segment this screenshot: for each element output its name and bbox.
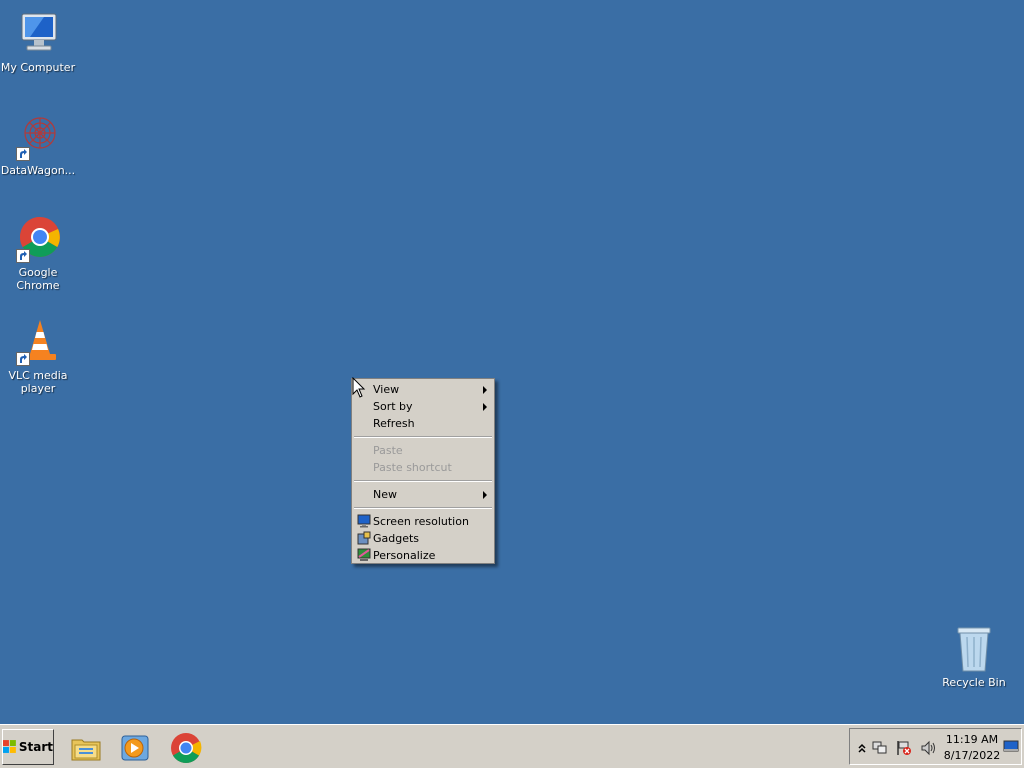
menu-item-view[interactable]: View	[352, 381, 494, 398]
screen-resolution-icon	[357, 514, 371, 528]
desktop-icon-label: Google Chrome	[16, 266, 60, 292]
menu-item-label: Paste shortcut	[373, 461, 452, 474]
start-button[interactable]: Start	[2, 729, 54, 765]
shortcut-arrow-icon	[16, 147, 30, 161]
menu-item-label: Refresh	[373, 417, 415, 430]
personalize-icon	[357, 548, 371, 561]
menu-item-label: Paste	[373, 444, 403, 457]
system-tray: 11:19 AM 8/17/2022	[849, 728, 1022, 765]
menu-item-screen-resolution[interactable]: Screen resolution	[352, 513, 494, 530]
submenu-arrow-icon	[483, 403, 487, 411]
action-center-flag-icon[interactable]	[896, 740, 912, 756]
submenu-arrow-icon	[483, 491, 487, 499]
menu-item-label: View	[373, 383, 400, 396]
shortcut-arrow-icon	[16, 352, 30, 366]
menu-separator	[354, 507, 492, 509]
vlc-icon	[14, 318, 62, 366]
menu-item-paste: Paste	[352, 442, 494, 459]
clock-time[interactable]: 11:19 AM	[942, 733, 1002, 746]
menu-separator	[354, 480, 492, 482]
submenu-arrow-icon	[483, 386, 487, 394]
menu-item-gadgets[interactable]: Gadgets	[352, 530, 494, 547]
mouse-cursor-icon	[352, 377, 366, 398]
start-label: Start	[18, 740, 53, 754]
menu-item-label: New	[373, 488, 397, 501]
desktop-icon-label: My Computer	[0, 61, 76, 74]
desktop-icon-label: Recycle Bin	[942, 676, 1006, 689]
menu-item-label: Gadgets	[373, 532, 420, 545]
chrome-icon	[14, 215, 62, 263]
desktop-icon-vlc[interactable]: VLC media player	[0, 318, 76, 395]
network-icon[interactable]	[872, 740, 888, 756]
menu-item-new[interactable]: New	[352, 486, 494, 503]
desktop-icon-datawagon[interactable]: DataWagon...	[0, 113, 76, 177]
menu-separator	[354, 436, 492, 438]
media-player-icon[interactable]	[120, 732, 152, 764]
desktop-icon-google-chrome[interactable]: Google Chrome	[0, 215, 76, 292]
datawagon-icon	[14, 113, 62, 161]
clock-date[interactable]: 8/17/2022	[942, 749, 1002, 762]
menu-item-label: Sort by	[373, 400, 413, 413]
menu-item-label: Personalize	[373, 549, 436, 562]
menu-item-personalize[interactable]: Personalize	[352, 547, 494, 564]
windows-logo-icon	[3, 740, 16, 753]
shortcut-arrow-icon	[16, 249, 30, 263]
menu-item-paste-shortcut: Paste shortcut	[352, 459, 494, 476]
menu-item-sort-by[interactable]: Sort by	[352, 398, 494, 415]
recycle-bin-icon	[950, 625, 998, 673]
desktop-icon-my-computer[interactable]: My Computer	[0, 10, 76, 74]
desktop-icon-label: DataWagon...	[0, 164, 76, 177]
show-hidden-icons-chevron-icon[interactable]	[854, 740, 870, 756]
desktop-context-menu: View Sort by Refresh Paste Paste shortcu…	[351, 378, 495, 564]
file-explorer-icon[interactable]	[70, 732, 102, 764]
taskbar: Start 11:19 AM 8/17/2022	[0, 724, 1024, 768]
menu-item-label: Screen resolution	[373, 515, 469, 528]
chrome-icon[interactable]	[170, 732, 202, 764]
desktop-icon-label: VLC media player	[8, 369, 68, 395]
computer-icon	[14, 10, 62, 58]
gadgets-icon	[357, 531, 371, 545]
volume-icon[interactable]	[920, 740, 936, 756]
menu-item-refresh[interactable]: Refresh	[352, 415, 494, 432]
desktop-icon-recycle-bin[interactable]: Recycle Bin	[936, 625, 1012, 689]
show-desktop-icon[interactable]	[1003, 738, 1019, 754]
